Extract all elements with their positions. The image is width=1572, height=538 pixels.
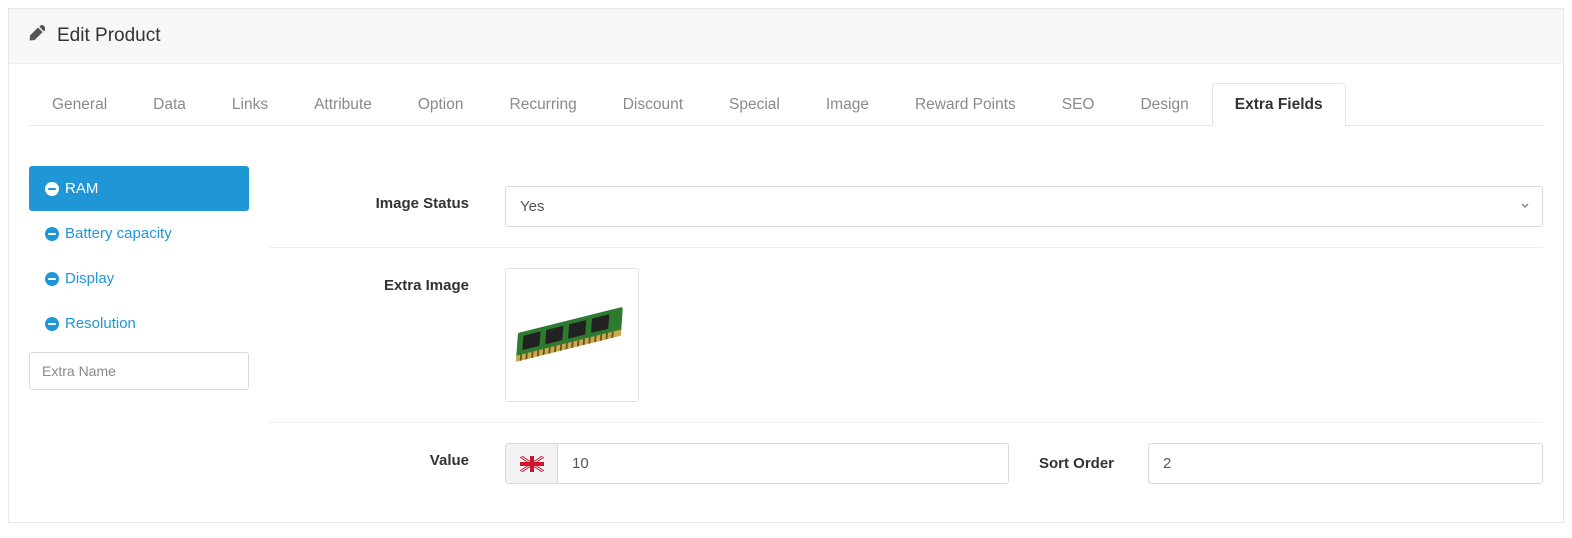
tab-extra-fields[interactable]: Extra Fields [1212, 83, 1346, 126]
sidebar-item-label: Display [65, 270, 114, 287]
minus-circle-icon [45, 227, 59, 241]
sidebar-item-label: Battery capacity [65, 225, 172, 242]
tab-general[interactable]: General [29, 83, 130, 126]
sidebar-item-display[interactable]: Display [29, 256, 249, 301]
row-value-sort: Value [269, 423, 1543, 504]
minus-circle-icon [45, 182, 59, 196]
extra-fields-form: Image Status Yes Extra Image [269, 166, 1543, 504]
tab-links[interactable]: Links [209, 83, 291, 126]
nav-tabs: GeneralDataLinksAttributeOptionRecurring… [29, 82, 1543, 126]
sidebar-item-battery-capacity[interactable]: Battery capacity [29, 211, 249, 256]
extra-image-thumbnail[interactable] [505, 268, 639, 402]
sort-order-input[interactable] [1148, 443, 1543, 484]
tab-content: RAM Battery capacity Display Resolution Ima… [29, 166, 1543, 504]
tab-image[interactable]: Image [803, 83, 892, 126]
image-status-select[interactable]: Yes [505, 186, 1543, 227]
row-image-status: Image Status Yes [269, 166, 1543, 248]
extra-fields-sidebar: RAM Battery capacity Display Resolution [29, 166, 249, 504]
value-input-group [505, 443, 1009, 484]
extra-name-input[interactable] [29, 352, 249, 390]
label-extra-image: Extra Image [269, 268, 469, 294]
tab-attribute[interactable]: Attribute [291, 83, 395, 126]
panel-body: GeneralDataLinksAttributeOptionRecurring… [9, 64, 1563, 522]
tab-special[interactable]: Special [706, 83, 803, 126]
tab-design[interactable]: Design [1117, 83, 1211, 126]
sidebar-item-ram[interactable]: RAM [29, 166, 249, 211]
tab-option[interactable]: Option [395, 83, 487, 126]
label-image-status: Image Status [269, 186, 469, 212]
edit-product-panel: Edit Product GeneralDataLinksAttributeOp… [8, 8, 1564, 523]
sidebar-item-resolution[interactable]: Resolution [29, 301, 249, 346]
row-extra-image: Extra Image [269, 248, 1543, 423]
ram-module-icon [513, 303, 631, 367]
panel-title: Edit Product [57, 25, 161, 47]
tab-recurring[interactable]: Recurring [487, 83, 600, 126]
minus-circle-icon [45, 272, 59, 286]
tab-data[interactable]: Data [130, 83, 209, 126]
extra-fields-list: RAM Battery capacity Display Resolution [29, 166, 249, 346]
lang-flag-icon [506, 444, 558, 483]
tab-seo[interactable]: SEO [1039, 83, 1118, 126]
label-sort-order: Sort Order [1039, 455, 1114, 472]
value-input[interactable] [558, 444, 1008, 483]
sidebar-item-label: Resolution [65, 315, 136, 332]
pencil-icon [29, 25, 45, 47]
panel-header: Edit Product [9, 9, 1563, 64]
minus-circle-icon [45, 317, 59, 331]
image-status-select-wrap: Yes [505, 186, 1543, 227]
sidebar-item-label: RAM [65, 180, 98, 197]
tab-reward-points[interactable]: Reward Points [892, 83, 1039, 126]
tab-discount[interactable]: Discount [600, 83, 706, 126]
label-value: Value [269, 443, 469, 469]
